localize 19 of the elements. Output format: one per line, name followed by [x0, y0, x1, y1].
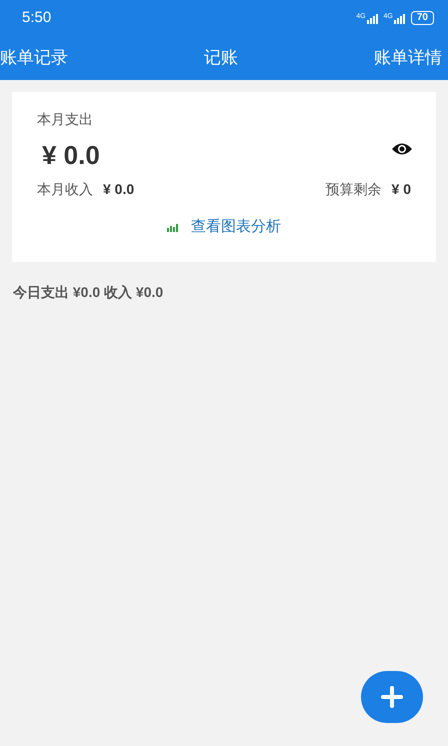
- signal-icon: [366, 14, 379, 24]
- today-summary: 今日支出 ¥0.0 收入 ¥0.0: [13, 283, 164, 302]
- nav-link[interactable]: 账单详情: [374, 45, 448, 71]
- budget-label: 预算剩余: [326, 180, 382, 199]
- signal-icon: [394, 14, 406, 24]
- income-label: 本月收入: [37, 180, 93, 199]
- budget-amount: ¥ 0: [392, 180, 411, 199]
- chart-analysis-link[interactable]: 查看图表分析: [191, 216, 281, 238]
- expense-label: 本月支出: [37, 112, 94, 126]
- add-button[interactable]: [361, 671, 423, 723]
- eye-icon[interactable]: [391, 142, 413, 156]
- battery-indicator: 70: [410, 11, 434, 25]
- plus-icon: [381, 686, 403, 708]
- status-time: 5:50: [22, 8, 52, 28]
- chart-icon: [167, 222, 179, 232]
- income-amount: ¥ 0.0: [103, 180, 134, 199]
- page-title: 记账: [204, 47, 238, 70]
- nav-link[interactable]: 账单记录: [0, 45, 68, 71]
- expense-amount: ¥ 0.0: [41, 139, 100, 172]
